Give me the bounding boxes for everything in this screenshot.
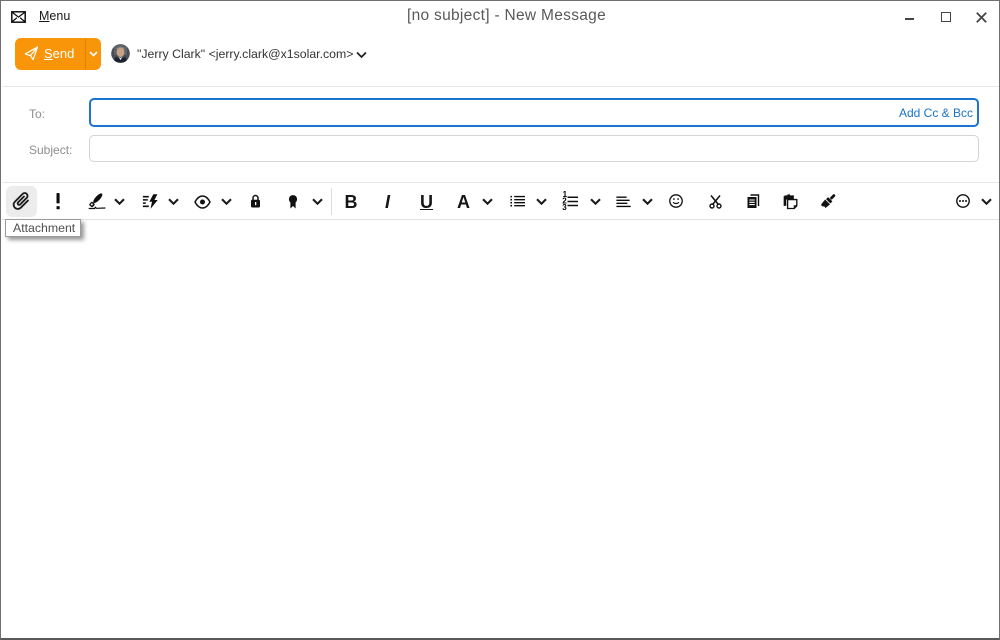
svg-text:3: 3	[562, 203, 567, 211]
